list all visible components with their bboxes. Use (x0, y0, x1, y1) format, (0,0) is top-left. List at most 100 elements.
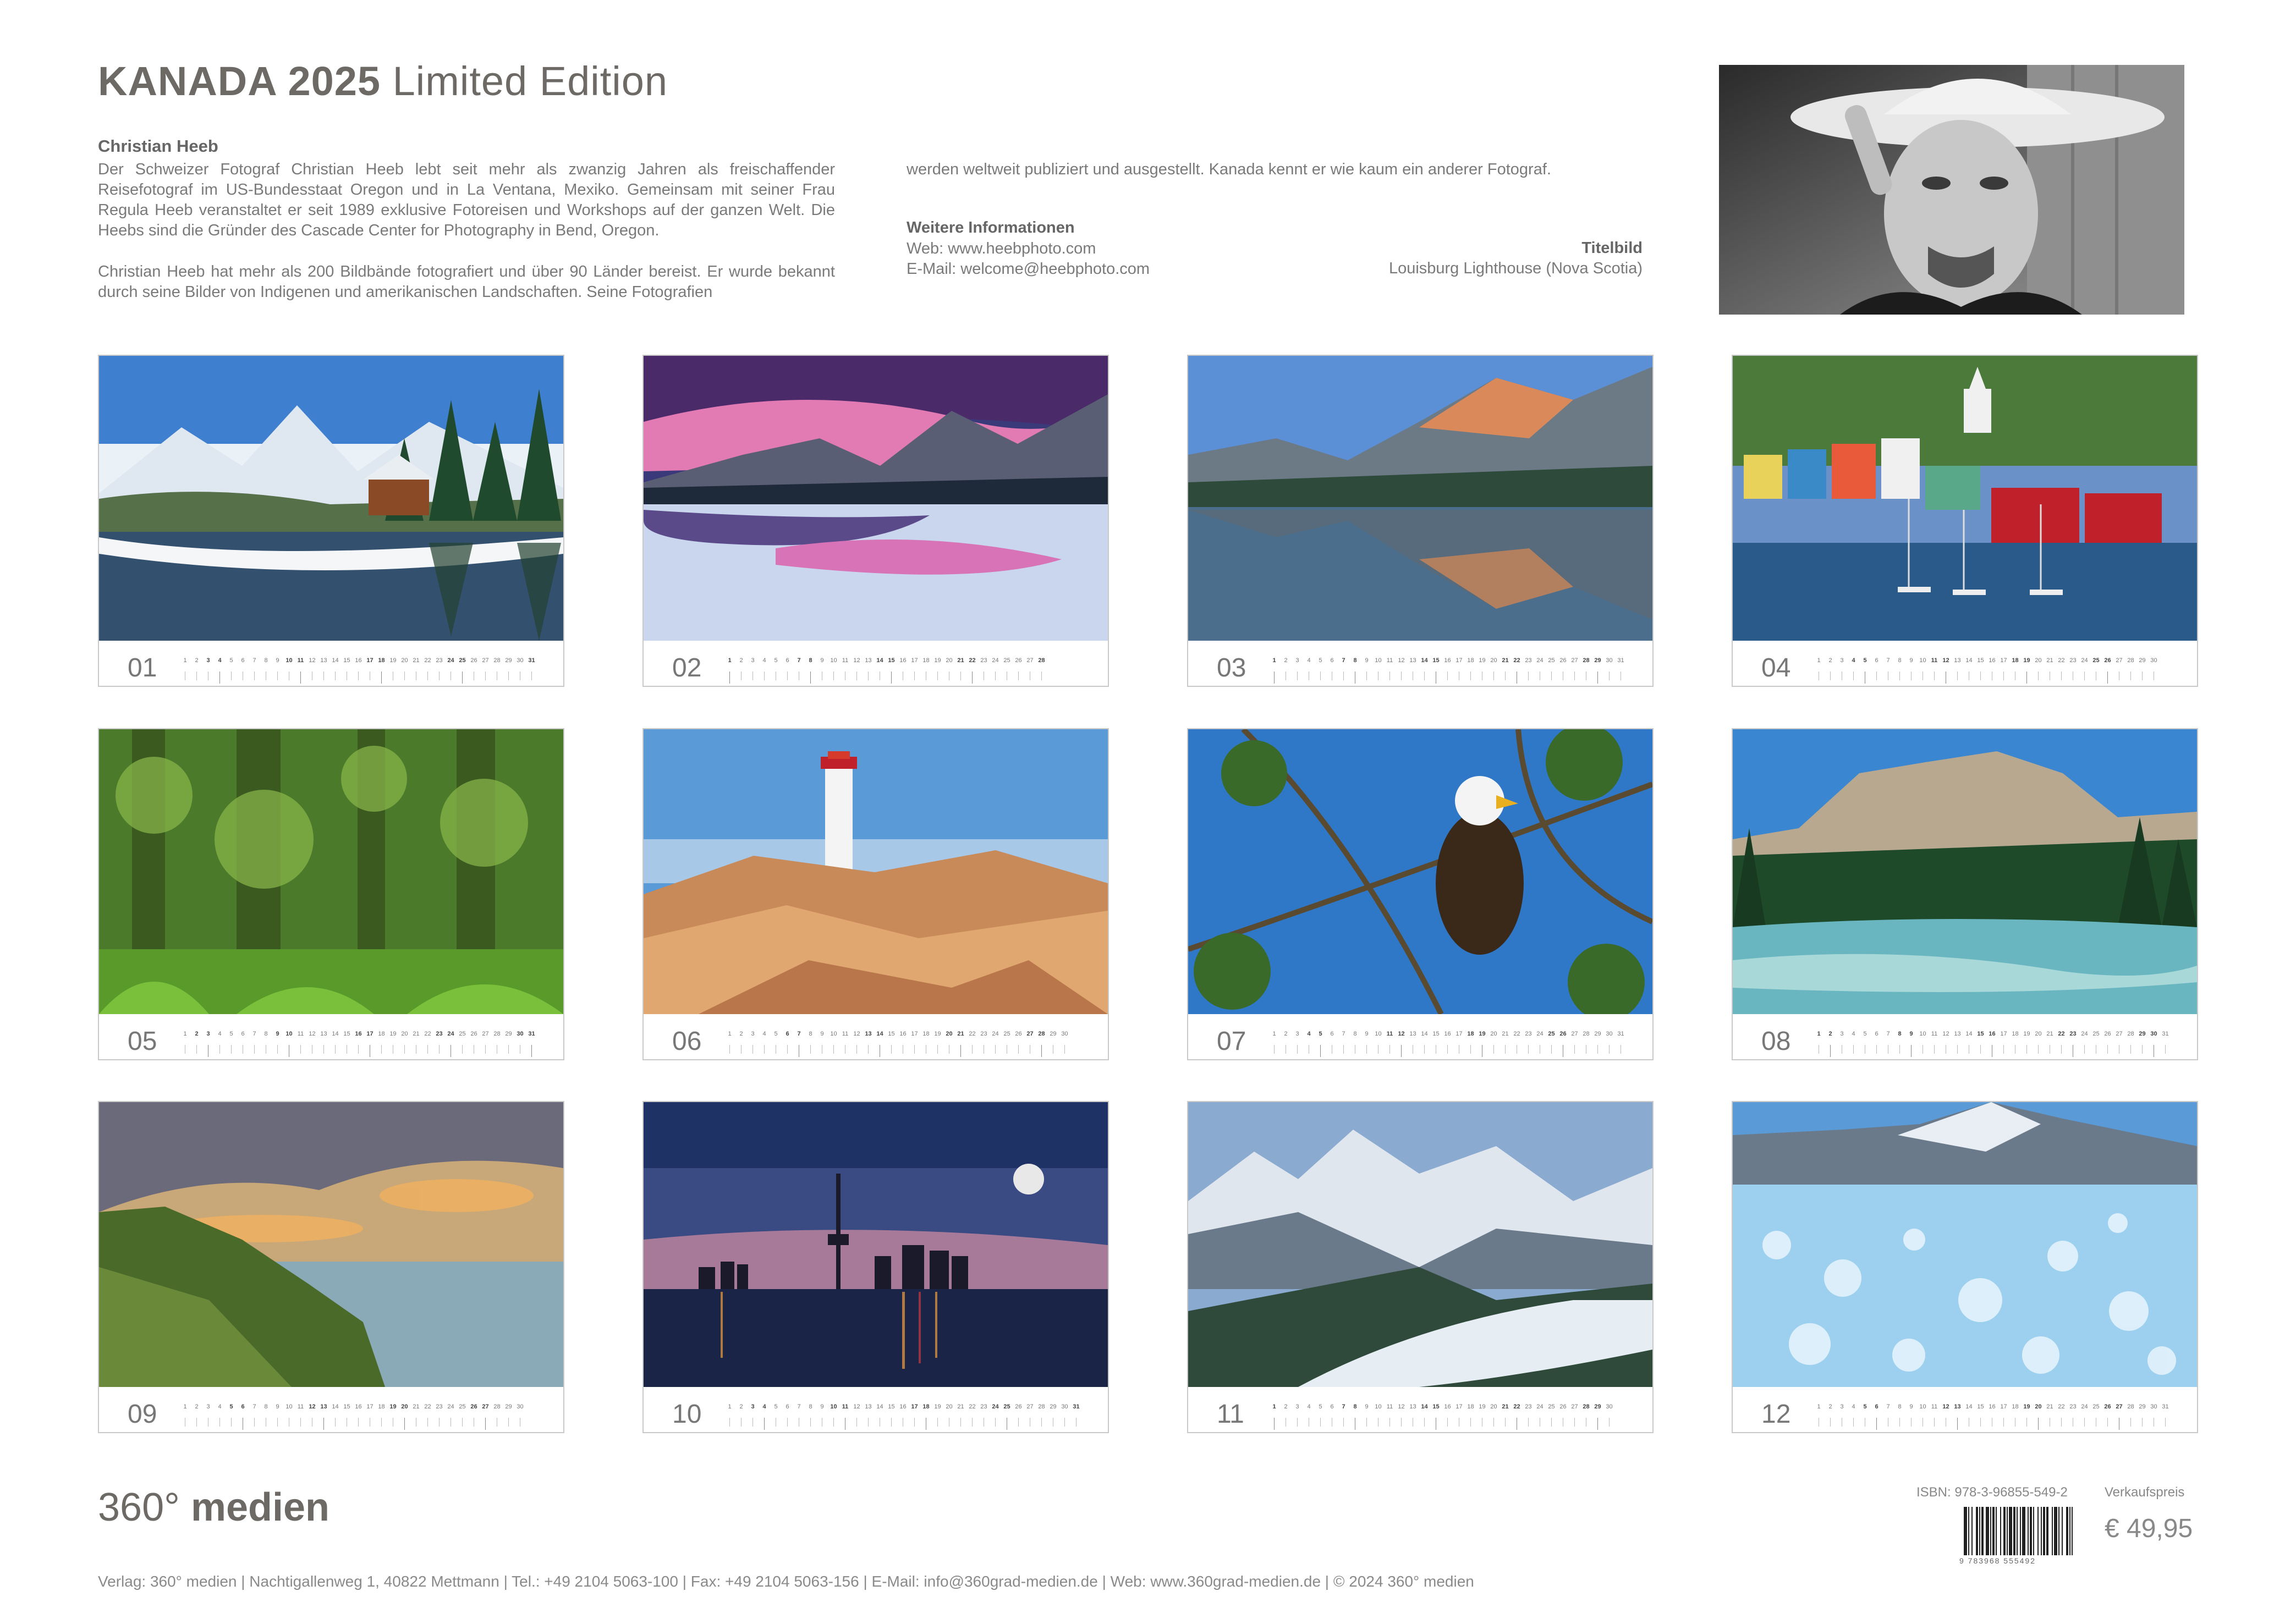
day-tick (1320, 671, 1321, 680)
day-number: 3 (1836, 1031, 1848, 1054)
barcode (1964, 1507, 2074, 1564)
day-number: 31 (526, 657, 537, 680)
month-card-12: 12 1 2 3 4 5 6 7 8 9 10 11 12 13 14 15 16 17 18 19 20 21 22 23 2… (1732, 1101, 2198, 1433)
day-tick (787, 1045, 788, 1054)
day-number: 22 (1511, 1403, 1523, 1430)
day-number: 14 (874, 1031, 886, 1057)
day-number: 6 (782, 1031, 793, 1054)
day-tick (254, 1418, 255, 1427)
day-tick (462, 671, 463, 684)
day-number: 20 (943, 657, 955, 680)
day-number: 29 (503, 1031, 514, 1054)
day-number: 30 (1603, 657, 1615, 680)
day-tick (196, 1045, 197, 1054)
day-tick (1366, 1418, 1367, 1427)
day-number: 7 (249, 1031, 260, 1054)
day-number: 11 (1384, 657, 1396, 680)
day-number: 18 (2009, 1031, 2021, 1054)
day-number: 28 (1580, 1403, 1592, 1427)
day-number: 10 (828, 1403, 839, 1427)
day-number: 3 (1292, 657, 1303, 680)
barcode-bar (2052, 1507, 2053, 1555)
day-tick (764, 671, 765, 680)
day-number: 11 (1384, 1031, 1396, 1054)
month-photo (1188, 729, 1652, 1014)
month-photo (1733, 729, 2197, 1014)
day-number: 22 (422, 657, 433, 680)
day-number: 6 (1871, 657, 1882, 680)
day-number: 14 (1419, 657, 1430, 680)
day-number: 18 (920, 657, 932, 680)
day-number: 12 (306, 1031, 318, 1054)
day-number: 26 (468, 657, 480, 680)
day-tick (1876, 671, 1877, 680)
day-tick (1957, 671, 1958, 680)
month-days-strip: 1 2 3 4 5 6 7 8 9 10 11 12 13 14 15 16 17 18 19 20 21 22 23 24 2… (724, 1403, 1098, 1430)
day-tick (2003, 1045, 2004, 1054)
day-tick (810, 1045, 811, 1054)
day-number: 16 (353, 1031, 364, 1054)
day-number: 16 (897, 1403, 909, 1427)
day-tick (2084, 1045, 2085, 1054)
day-tick (335, 671, 336, 680)
day-number: 19 (387, 1403, 399, 1427)
day-tick (1980, 1418, 1981, 1427)
day-number: 14 (1963, 1403, 1975, 1427)
day-number: 8 (1894, 1031, 1905, 1054)
day-number: 28 (2125, 1031, 2136, 1054)
day-number: 29 (1047, 1403, 1059, 1427)
day-number: 21 (2044, 1031, 2056, 1054)
day-tick (381, 1418, 382, 1427)
day-tick (2142, 1418, 2143, 1427)
day-tick (1934, 1418, 1935, 1427)
day-number: 17 (364, 657, 376, 680)
day-tick (960, 1418, 961, 1427)
day-number: 13 (1407, 657, 1419, 680)
day-number: 24 (2079, 1403, 2090, 1427)
day-tick (1934, 1045, 1935, 1054)
day-tick (1830, 671, 1831, 680)
day-number: 20 (399, 1031, 410, 1054)
day-number: 3 (747, 1403, 759, 1427)
day-tick (2061, 1418, 2062, 1427)
day-number: 16 (897, 657, 909, 680)
day-number: 1 (1268, 657, 1280, 684)
month-number: 01 (128, 653, 157, 682)
price-value: € 49,95 (2105, 1514, 2193, 1543)
day-number: 5 (226, 1403, 237, 1427)
day-number: 22 (2056, 1031, 2067, 1054)
barcode-bar (2000, 1507, 2001, 1555)
day-number: 5 (770, 657, 782, 680)
day-number: 11 (1384, 1403, 1396, 1427)
day-number: 29 (1047, 1031, 1059, 1054)
day-tick (2165, 1418, 2166, 1427)
day-number: 3 (1292, 1031, 1303, 1054)
day-tick (1343, 671, 1344, 680)
day-number: 19 (1476, 1403, 1488, 1427)
barcode-bar (2022, 1507, 2025, 1555)
info-heading: Weitere Informationen (907, 219, 1075, 236)
barcode-bar (2054, 1507, 2057, 1555)
day-number: 29 (503, 657, 514, 680)
day-tick (1911, 1418, 1912, 1427)
day-number: 27 (1024, 657, 1036, 680)
barcode-bar (2041, 1507, 2042, 1555)
day-tick (833, 1045, 834, 1054)
day-number: 19 (1476, 657, 1488, 680)
day-number: 31 (1615, 1031, 1627, 1054)
day-tick (1574, 671, 1575, 680)
day-number: 24 (445, 1031, 457, 1057)
day-tick (2165, 1045, 2166, 1054)
day-tick (833, 1418, 834, 1427)
day-number: 24 (990, 1031, 1001, 1054)
day-tick (1574, 1418, 1575, 1427)
day-number: 18 (2009, 1403, 2021, 1427)
day-tick (1064, 1045, 1065, 1054)
day-tick (1274, 671, 1275, 684)
day-number: 15 (1430, 1403, 1442, 1430)
day-tick (427, 1418, 428, 1427)
day-number: 3 (202, 657, 214, 680)
day-tick (1876, 1418, 1877, 1430)
barcode-bar (2003, 1507, 2006, 1555)
day-tick (1041, 1418, 1042, 1427)
